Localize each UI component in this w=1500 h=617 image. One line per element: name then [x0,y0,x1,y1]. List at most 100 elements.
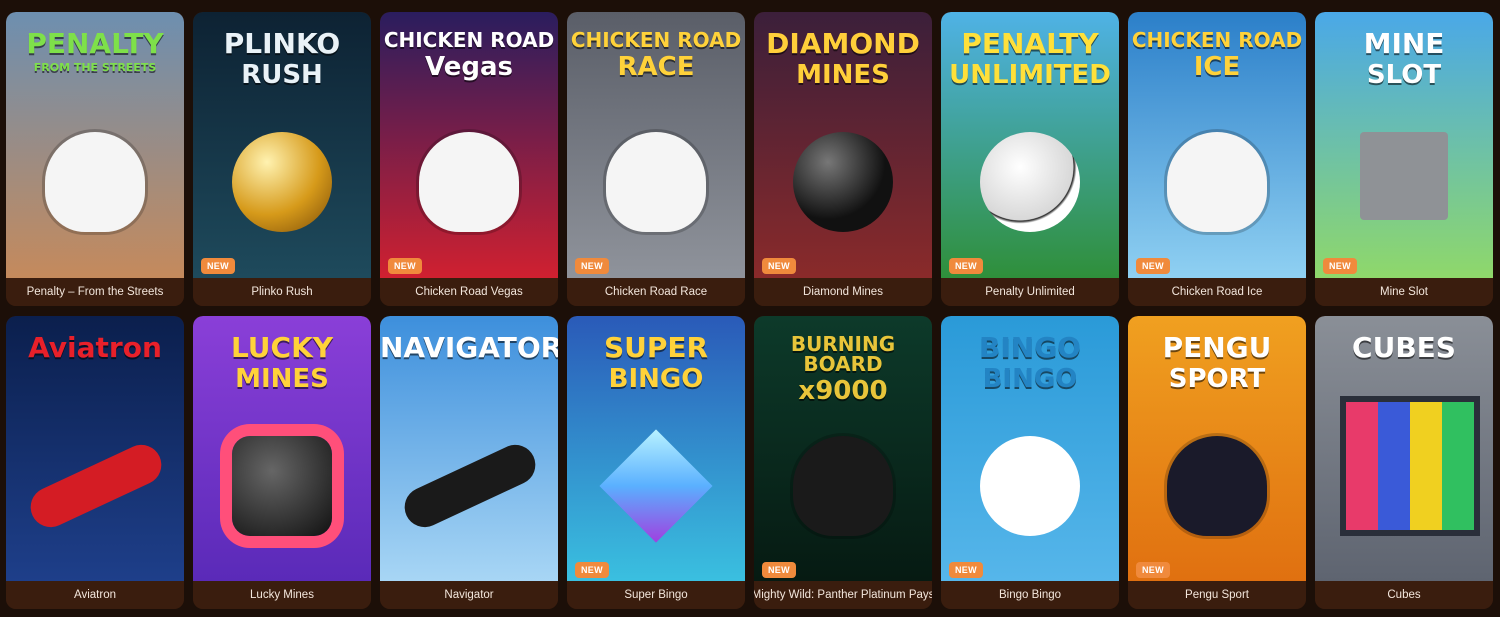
game-grid: PENALTY FROM THE STREETS Penalty – From th… [6,12,1493,609]
logo-line-2: FROM THE STREETS [33,61,157,74]
panther-icon [793,436,893,536]
game-logo: NAVIGATOR [380,334,558,366]
game-title: Penalty Unlimited [941,278,1119,306]
game-logo: CHICKEN ROAD RACE [567,30,745,80]
logo-line-1: CHICKEN ROAD [1131,28,1303,52]
logo-line-2: x9000 [798,376,888,406]
game-thumbnail[interactable]: NAVIGATOR [380,316,558,582]
logo-line-1: SUPER [603,331,709,364]
game-logo: MINE SLOT [1315,27,1493,90]
logo-line-1: PENALTY [961,27,1099,60]
logo-line-2: RACE [617,52,695,82]
chicken-icon [419,132,519,232]
game-thumbnail[interactable]: CUBES [1315,316,1493,582]
game-logo: Aviatron [6,334,184,366]
new-badge: NEW [949,562,983,578]
logo-line-1: PLINKO [223,27,341,60]
game-logo: BURNING BOARD x9000 [754,334,932,404]
game-title: Pengu Sport [1128,581,1306,609]
bomb-icon [793,132,893,232]
logo-line-2: Vegas [425,52,513,82]
santa-chicken-icon [1167,132,1267,232]
game-thumbnail[interactable]: LUCKY MINES [193,316,371,582]
logo-line-2: UNLIMITED [949,60,1111,90]
game-thumbnail[interactable]: BINGO BINGO [941,316,1119,582]
logo-line-2: SPORT [1168,364,1266,394]
game-title: Chicken Road Vegas [380,278,558,306]
game-thumbnail[interactable]: CHICKEN ROAD ICE [1128,12,1306,278]
game-card[interactable]: CHICKEN ROAD ICE NEW Chicken Road Ice [1128,12,1306,306]
new-badge: NEW [201,258,235,274]
new-badge: NEW [388,258,422,274]
logo-line-1: BINGO [979,331,1081,364]
logo-line-1: CUBES [1352,331,1456,364]
logo-line-1: NAVIGATOR [380,331,558,364]
game-thumbnail[interactable]: SUPER BINGO [567,316,745,582]
game-card[interactable]: MINE SLOT NEW Mine Slot [1315,12,1493,306]
cube-grid-icon [1340,396,1480,536]
game-title: Super Bingo [567,581,745,609]
new-badge: NEW [1136,562,1170,578]
racing-chicken-icon [606,132,706,232]
game-card[interactable]: PENALTY FROM THE STREETS Penalty – From th… [6,12,184,306]
game-logo: CUBES [1315,334,1493,366]
game-title: Bingo Bingo [941,581,1119,609]
game-thumbnail[interactable]: CHICKEN ROAD RACE [567,12,745,278]
game-thumbnail[interactable]: BURNING BOARD x9000 [754,316,932,582]
game-logo: BINGO BINGO [941,331,1119,394]
game-thumbnail[interactable]: PENGU SPORT [1128,316,1306,582]
game-logo: LUCKY MINES [193,331,371,394]
soccer-ball-icon [980,132,1080,232]
logo-line-2: SLOT [1366,60,1442,90]
game-card[interactable]: PLINKO RUSH NEW Plinko Rush [193,12,371,306]
game-title: Penalty – From the Streets [6,278,184,306]
logo-line-2: RUSH [241,60,323,90]
penguin-icon [1167,436,1267,536]
logo-line-1: LUCKY [230,331,334,364]
game-card[interactable]: SUPER BINGO NEW Super Bingo [567,316,745,609]
game-card[interactable]: CUBES Cubes [1315,316,1493,609]
game-card[interactable]: Aviatron Aviatron [6,316,184,609]
game-thumbnail[interactable]: PENALTY UNLIMITED [941,12,1119,278]
logo-line-2: BINGO [982,364,1078,394]
logo-line-1: CHICKEN ROAD [570,28,742,52]
game-title: Lucky Mines [193,581,371,609]
game-card[interactable]: CHICKEN ROAD RACE NEW Chicken Road Race [567,12,745,306]
game-title: Chicken Road Race [567,278,745,306]
game-card[interactable]: BINGO BINGO NEW Bingo Bingo [941,316,1119,609]
game-card[interactable]: LUCKY MINES Lucky Mines [193,316,371,609]
game-card[interactable]: NAVIGATOR Navigator [380,316,558,609]
black-plane-icon [398,438,542,534]
game-thumbnail[interactable]: DIAMOND MINES [754,12,932,278]
new-badge: NEW [762,562,796,578]
game-logo: CHICKEN ROAD Vegas [380,30,558,80]
logo-line-2: MINES [235,364,329,394]
new-badge: NEW [575,562,609,578]
red-plane-icon [24,438,168,534]
game-logo: PENALTY UNLIMITED [941,27,1119,90]
game-title: Mine Slot [1315,278,1493,306]
game-thumbnail[interactable]: PLINKO RUSH [193,12,371,278]
new-badge: NEW [762,258,796,274]
logo-line-2: BINGO [608,364,704,394]
game-thumbnail[interactable]: CHICKEN ROAD Vegas [380,12,558,278]
logo-line-2: MINES [796,60,890,90]
game-card[interactable]: DIAMOND MINES NEW Diamond Mines [754,12,932,306]
game-thumbnail[interactable]: Aviatron [6,316,184,582]
game-card[interactable]: PENGU SPORT NEW Pengu Sport [1128,316,1306,609]
game-thumbnail[interactable]: PENALTY FROM THE STREETS [6,12,184,278]
game-logo: PENGU SPORT [1128,334,1306,394]
bingo-ball-icon [980,436,1080,536]
logo-line-1: Aviatron [28,331,162,364]
game-title: Aviatron [6,581,184,609]
game-logo: SUPER BINGO [567,331,745,394]
game-card[interactable]: BURNING BOARD x9000 NEW Mighty Wild: Panthe… [754,316,932,609]
block-creature-icon [1360,132,1448,220]
logo-line-1: MINE [1363,27,1445,60]
gold-ball-icon [232,132,332,232]
game-card[interactable]: CHICKEN ROAD Vegas NEW Chicken Road Vegas [380,12,558,306]
game-thumbnail[interactable]: MINE SLOT [1315,12,1493,278]
game-card[interactable]: PENALTY UNLIMITED NEW Penalty Unlimited [941,12,1119,306]
game-title: Plinko Rush [193,278,371,306]
game-logo: PENALTY FROM THE STREETS [6,30,184,74]
